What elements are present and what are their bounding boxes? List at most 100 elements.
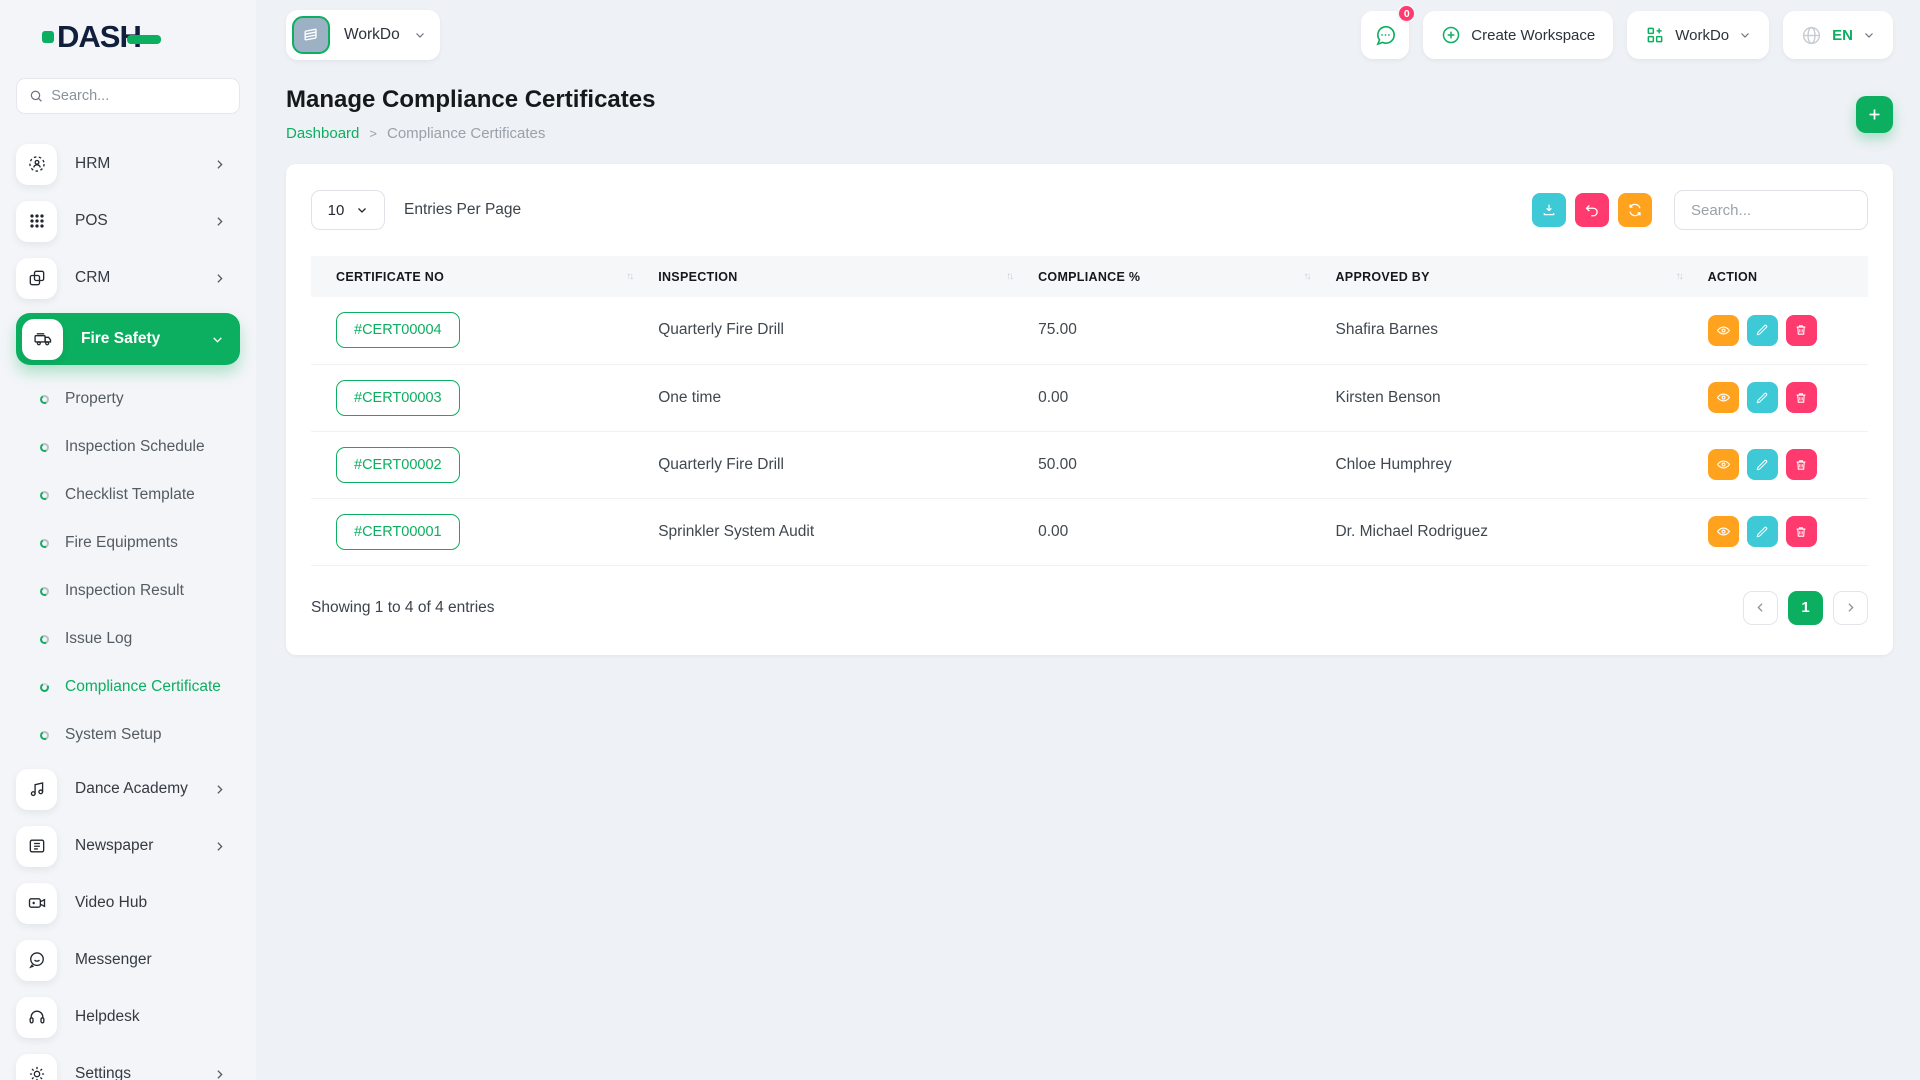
submenu-item-label: Inspection Schedule [65, 438, 205, 455]
certificate-no-badge: #CERT00003 [336, 379, 460, 416]
table-row: #CERT00004 Quarterly Fire Drill 75.00 Sh… [311, 297, 1868, 365]
view-button[interactable] [1707, 382, 1739, 413]
fire-truck-icon [22, 318, 63, 360]
table-search-input[interactable] [1674, 190, 1868, 230]
delete-button[interactable] [1785, 516, 1817, 547]
sidebar-item-inspection-result[interactable]: Inspection Result [16, 567, 240, 615]
plus-circle-icon [1443, 26, 1460, 44]
pagination-next-button[interactable] [1833, 590, 1868, 625]
language-selector[interactable]: EN [1783, 11, 1893, 59]
bullet-icon [38, 681, 51, 693]
sort-icon[interactable]: ↑↓ [1303, 271, 1311, 282]
sort-icon[interactable]: ↑↓ [1676, 271, 1684, 282]
sidebar-item-fire-safety[interactable]: Fire Safety [16, 313, 240, 365]
sidebar-item-newspaper[interactable]: Newspaper [16, 824, 240, 868]
compliance-cell: 0.00 [1038, 498, 1336, 566]
sidebar-item-settings[interactable]: Settings [16, 1052, 240, 1080]
refresh-icon [1629, 203, 1641, 217]
entries-per-page-select[interactable]: 10 [311, 190, 385, 230]
eye-icon [1716, 527, 1730, 536]
trash-icon [1796, 325, 1806, 335]
sidebar-item-messenger[interactable]: Messenger [16, 938, 240, 982]
workspace-selector[interactable]: WorkDo [286, 10, 440, 60]
edit-button[interactable] [1746, 314, 1778, 346]
sidebar-item-dance-academy[interactable]: Dance Academy [16, 767, 240, 811]
topbar-right: 0 Create Workspace WorkDo EN [1361, 4, 1893, 59]
bullet-icon [38, 729, 51, 741]
sidebar-item-fire-equipments[interactable]: Fire Equipments [16, 519, 240, 567]
sidebar-item-system-setup[interactable]: System Setup [16, 711, 240, 759]
app-logo[interactable]: DASH [42, 19, 161, 55]
main-content: WorkDo 0 Create Workspace WorkDo EN Mana… [256, 0, 1920, 1080]
sidebar-item-helpdesk[interactable]: Helpdesk [16, 995, 240, 1039]
edit-button[interactable] [1746, 516, 1778, 547]
view-button[interactable] [1707, 516, 1739, 547]
export-button[interactable] [1532, 193, 1566, 227]
column-header-approved-by: APPROVED BY [1335, 269, 1430, 284]
newspaper-icon [16, 825, 57, 867]
inspection-cell: Quarterly Fire Drill [658, 297, 1039, 365]
sidebar-item-label: Newspaper [75, 837, 154, 854]
sidebar-item-issue-log[interactable]: Issue Log [16, 615, 240, 663]
sidebar-item-label: Settings [75, 1065, 132, 1080]
column-header-action: ACTION [1707, 269, 1758, 284]
logo-row: DASH [16, 0, 240, 74]
add-certificate-button[interactable] [1856, 95, 1893, 133]
sidebar-item-label: Dance Academy [75, 780, 188, 797]
table-controls: 10 Entries Per Page [311, 190, 1868, 230]
workspace-name: WorkDo [344, 26, 400, 43]
sidebar-search-input[interactable] [51, 88, 227, 104]
submenu-item-label: Issue Log [65, 630, 133, 647]
delete-button[interactable] [1785, 449, 1817, 480]
sidebar-item-video-hub[interactable]: Video Hub [16, 881, 240, 925]
delete-button[interactable] [1785, 382, 1817, 413]
refresh-button[interactable] [1618, 193, 1652, 227]
sidebar-search [16, 78, 240, 114]
sidebar-item-label: Messenger [75, 951, 152, 968]
messages-badge: 0 [1397, 4, 1417, 23]
sidebar-item-property[interactable]: Property [16, 375, 240, 423]
app-switcher-button[interactable]: WorkDo [1627, 11, 1770, 59]
sidebar-item-checklist-template[interactable]: Checklist Template [16, 471, 240, 519]
view-button[interactable] [1707, 314, 1739, 346]
column-header-certificate-no: CERTIFICATE NO [336, 269, 445, 284]
reset-button[interactable] [1575, 193, 1609, 227]
logo-dash-icon [126, 34, 161, 44]
view-button[interactable] [1707, 449, 1739, 480]
sort-icon[interactable]: ↑↓ [1006, 271, 1014, 282]
delete-button[interactable] [1785, 314, 1817, 346]
table-footer: Showing 1 to 4 of 4 entries 1 [311, 590, 1868, 625]
inspection-cell: Sprinkler System Audit [658, 498, 1039, 566]
table-header-row: CERTIFICATE NO ↑↓ INSPECTION ↑↓ COMPLIANCE… [311, 256, 1868, 297]
chevron-right-icon [213, 272, 226, 285]
messages-button[interactable]: 0 [1361, 4, 1417, 59]
sidebar-item-pos[interactable]: POS [16, 199, 240, 243]
submenu-item-label: Property [65, 390, 124, 407]
download-icon [1543, 204, 1555, 216]
row-actions [1707, 516, 1868, 547]
sidebar-item-inspection-schedule[interactable]: Inspection Schedule [16, 423, 240, 471]
entries-per-page-value: 10 [327, 201, 345, 219]
sort-icon[interactable]: ↑↓ [626, 271, 634, 282]
sidebar-item-crm[interactable]: CRM [16, 256, 240, 300]
sidebar-item-hrm[interactable]: HRM [16, 142, 240, 186]
table-row: #CERT00001 Sprinkler System Audit 0.00 D… [311, 498, 1868, 566]
submenu-item-label: Compliance Certificate [65, 678, 221, 695]
chat-bubble-icon [1376, 25, 1395, 46]
compliance-cell: 0.00 [1038, 364, 1336, 432]
create-workspace-button[interactable]: Create Workspace [1423, 11, 1614, 59]
pencil-icon [1756, 526, 1768, 537]
approved-by-cell: Shafira Barnes [1335, 297, 1708, 365]
pagination-page-1-button[interactable]: 1 [1788, 590, 1823, 625]
page-head-left: Manage Compliance Certificates Dashboard… [286, 86, 655, 142]
row-actions [1707, 382, 1868, 413]
chevron-right-icon [213, 215, 226, 228]
breadcrumb-dashboard-link[interactable]: Dashboard [286, 125, 359, 142]
topbar: WorkDo 0 Create Workspace WorkDo EN [286, 0, 1893, 70]
pagination-prev-button[interactable] [1743, 590, 1778, 625]
edit-button[interactable] [1746, 382, 1778, 413]
edit-button[interactable] [1746, 449, 1778, 480]
sidebar-menu: HRM POS CRM Fire Safety Property Inspect… [16, 142, 240, 1080]
sidebar-item-compliance-certificate[interactable]: Compliance Certificate [16, 663, 240, 711]
eye-icon [1716, 460, 1730, 469]
